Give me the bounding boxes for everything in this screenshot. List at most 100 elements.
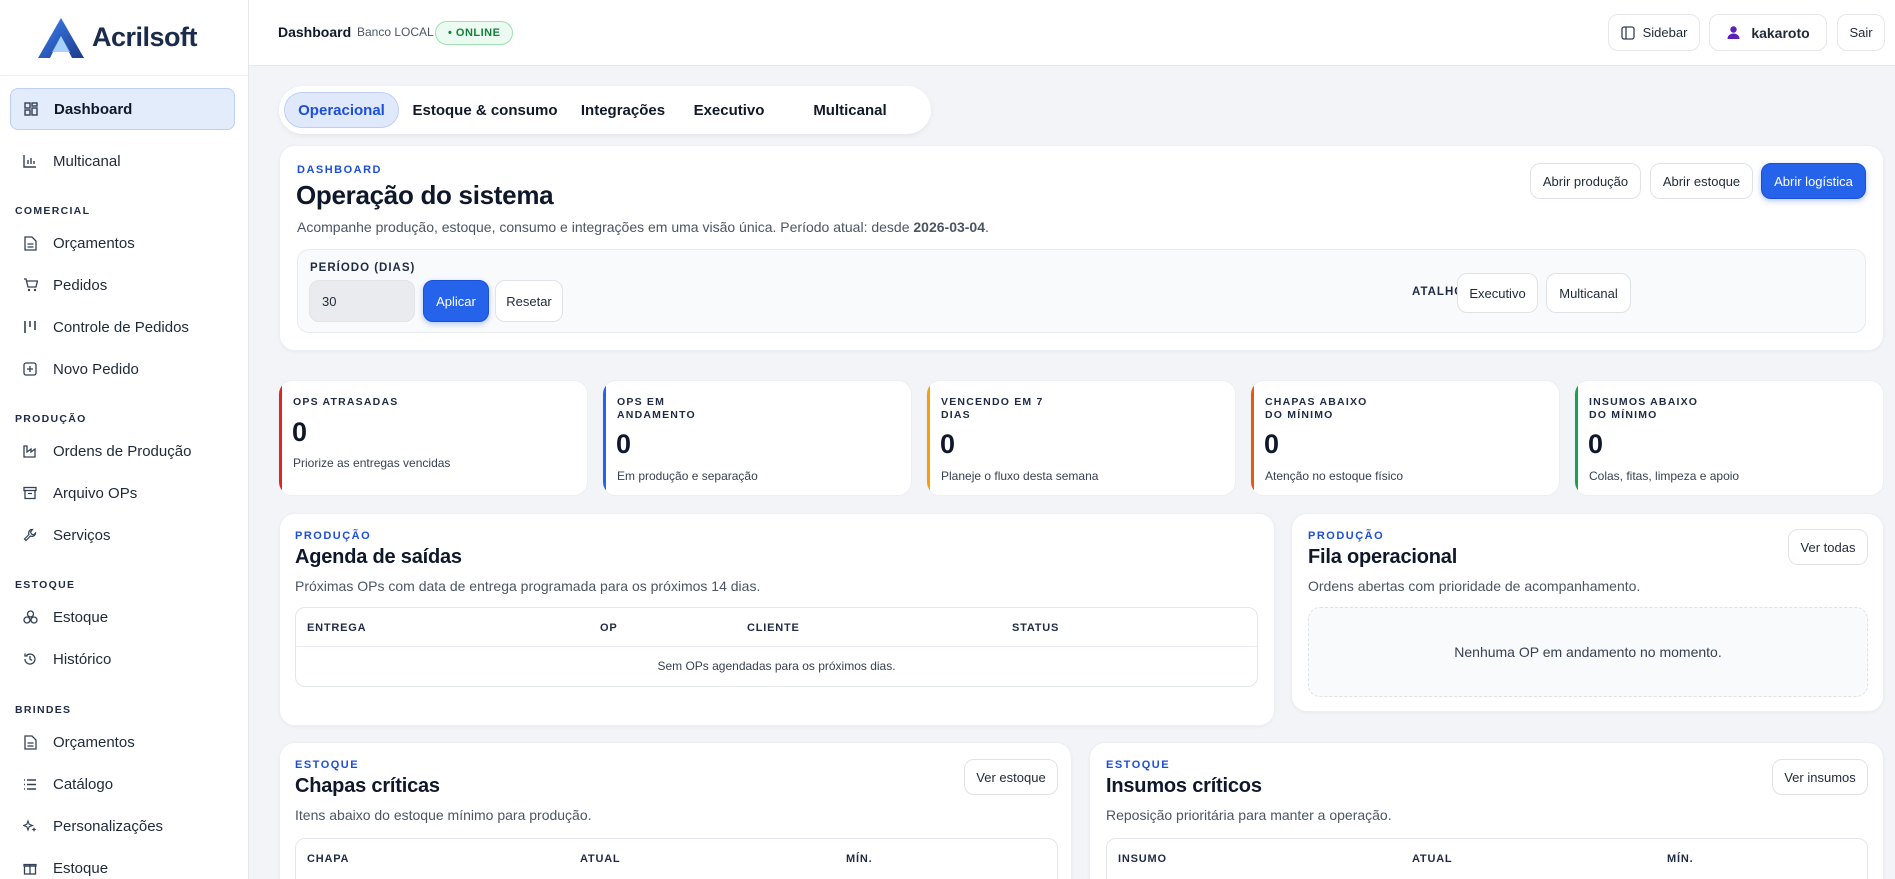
sidebar-item-brindes-estoque[interactable]: Estoque	[10, 847, 235, 879]
insumos-criticos-card: ESTOQUE Insumos críticos Reposição prior…	[1089, 742, 1884, 879]
kpi-value: 0	[1264, 429, 1280, 459]
view-all-button[interactable]: Ver todas	[1788, 529, 1868, 565]
kpi-note: Planeje o fluxo desta semana	[941, 469, 1099, 483]
sidebar-item-dashboard[interactable]: Dashboard	[10, 88, 235, 130]
shortcut-executivo-button[interactable]: Executivo	[1457, 273, 1538, 313]
dashboard-icon	[23, 101, 39, 117]
open-stock-button[interactable]: Abrir estoque	[1650, 163, 1753, 199]
plus-square-icon	[22, 361, 38, 377]
agenda-description: Próximas OPs com data de entrega program…	[295, 578, 761, 594]
sidebar-item-label: Estoque	[53, 608, 109, 626]
column-header: STATUS	[1012, 622, 1060, 634]
open-logistics-button[interactable]: Abrir logística	[1761, 163, 1866, 199]
hero-eyebrow: DASHBOARD	[297, 164, 382, 176]
sidebar-item-controle-pedidos[interactable]: Controle de Pedidos	[10, 306, 235, 348]
kpi-label: INSUMOS ABAIXO DO MÍNIMO	[1589, 396, 1699, 421]
column-header: ATUAL	[580, 853, 621, 865]
agenda-table: ENTREGA OP CLIENTE STATUS Sem OPs agenda…	[295, 607, 1258, 687]
document-icon	[22, 734, 38, 750]
sidebar: Acrilsoft Dashboard Multicanal COMERCIAL…	[0, 0, 249, 879]
sidebar-item-multicanal[interactable]: Multicanal	[10, 140, 235, 182]
user-menu-button[interactable]: kakaroto	[1709, 14, 1827, 51]
kpi-card-chapas-abaixo-minimo: CHAPAS ABAIXO DO MÍNIMO 0 Atenção no est…	[1250, 380, 1560, 496]
open-production-button[interactable]: Abrir produção	[1530, 163, 1641, 199]
hero-description-end: .	[985, 219, 989, 235]
kpi-value: 0	[940, 429, 956, 459]
fila-operacional-card: PRODUÇÃO Fila operacional Ordens abertas…	[1291, 513, 1884, 712]
chapas-title: Chapas críticas	[295, 775, 440, 797]
sidebar-item-brindes-orcamentos[interactable]: Orçamentos	[10, 721, 235, 763]
insumos-eyebrow: ESTOQUE	[1106, 759, 1171, 771]
tab-integracoes[interactable]: Integrações	[570, 92, 676, 128]
period-filter-panel: PERÍODO (DIAS) 30 Aplicar Resetar ATALHO…	[297, 249, 1866, 333]
view-supplies-button[interactable]: Ver insumos	[1772, 759, 1868, 795]
overview-card: DASHBOARD Operação do sistema Acompanhe …	[279, 145, 1884, 351]
kpi-note: Atenção no estoque físico	[1265, 469, 1404, 483]
hero-description: Acompanhe produção, estoque, consumo e i…	[297, 219, 989, 235]
kpi-card-ops-andamento: OPS EM ANDAMENTO 0 Em produção e separaç…	[602, 380, 912, 496]
sidebar-item-orcamentos[interactable]: Orçamentos	[10, 222, 235, 264]
sidebar-item-arquivo-ops[interactable]: Arquivo OPs	[10, 472, 235, 514]
insumos-table: INSUMO ATUAL MÍN.	[1106, 838, 1868, 879]
sidebar-item-label: Controle de Pedidos	[53, 318, 189, 336]
tab-multicanal[interactable]: Multicanal	[782, 92, 918, 128]
kpi-accent-bar	[279, 381, 282, 495]
sidebar-item-estoque[interactable]: Estoque	[10, 596, 235, 638]
sidebar-section-title: ESTOQUE	[15, 579, 76, 591]
view-stock-button[interactable]: Ver estoque	[964, 759, 1058, 795]
sidebar-item-pedidos[interactable]: Pedidos	[10, 264, 235, 306]
apply-button[interactable]: Aplicar	[423, 280, 489, 322]
sidebar-item-historico[interactable]: Histórico	[10, 638, 235, 680]
period-start-date: 2026-03-04	[913, 219, 986, 235]
tab-estoque-consumo[interactable]: Estoque & consumo	[405, 92, 565, 128]
sidebar-item-servicos[interactable]: Serviços	[10, 514, 235, 556]
sidebar-item-ordens-producao[interactable]: Ordens de Produção	[10, 430, 235, 472]
kpi-note: Priorize as entregas vencidas	[293, 456, 451, 470]
fila-eyebrow: PRODUÇÃO	[1308, 530, 1385, 542]
factory-icon	[22, 443, 38, 459]
sidebar-item-label: Multicanal	[53, 152, 121, 170]
reset-button[interactable]: Resetar	[495, 280, 563, 322]
kpi-accent-bar	[603, 381, 606, 495]
sidebar-item-label: Orçamentos	[53, 733, 135, 751]
kpi-card-ops-atrasadas: OPS ATRASADAS 0 Priorize as entregas ven…	[278, 380, 588, 496]
tab-operacional[interactable]: Operacional	[284, 92, 399, 128]
chapas-criticas-card: ESTOQUE Chapas críticas Itens abaixo do …	[279, 742, 1072, 879]
document-icon	[22, 235, 38, 251]
dashboard-tabs: Operacional Estoque & consumo Integraçõe…	[279, 86, 931, 134]
sidebar-item-catalogo[interactable]: Catálogo	[10, 763, 235, 805]
bar-chart-icon	[22, 153, 38, 169]
agenda-empty-message: Sem OPs agendadas para os próximos dias.	[657, 659, 896, 673]
sidebar-item-label: Catálogo	[53, 775, 114, 793]
sidebar-toggle-button[interactable]: Sidebar	[1608, 14, 1700, 51]
period-days-input[interactable]: 30	[309, 280, 415, 322]
cart-icon	[22, 277, 38, 293]
column-header: INSUMO	[1118, 853, 1167, 865]
agenda-eyebrow: PRODUÇÃO	[295, 530, 372, 542]
kpi-accent-bar	[1575, 381, 1578, 495]
sidebar-item-label: Serviços	[53, 526, 111, 544]
kpi-note: Em produção e separação	[617, 469, 758, 483]
brand-name: Acrilsoft	[92, 22, 198, 52]
column-header: ENTREGA	[307, 622, 367, 634]
kpi-value: 0	[292, 417, 308, 447]
kpi-value: 0	[1588, 429, 1604, 459]
sidebar-item-novo-pedido[interactable]: Novo Pedido	[10, 348, 235, 390]
fila-title: Fila operacional	[1308, 546, 1458, 568]
logout-button[interactable]: Sair	[1837, 14, 1885, 51]
brand-logo[interactable]: Acrilsoft	[0, 0, 248, 76]
kpi-card-insumos-abaixo-minimo: INSUMOS ABAIXO DO MÍNIMO 0 Colas, fitas,…	[1574, 380, 1884, 496]
sidebar-section-title: BRINDES	[15, 704, 72, 716]
shortcut-multicanal-button[interactable]: Multicanal	[1546, 273, 1631, 313]
boxes-icon	[22, 609, 38, 625]
list-icon	[22, 776, 38, 792]
fila-description: Ordens abertas com prioridade de acompan…	[1308, 578, 1641, 594]
tab-executivo[interactable]: Executivo	[682, 92, 776, 128]
chapas-eyebrow: ESTOQUE	[295, 759, 360, 771]
kpi-accent-bar	[1251, 381, 1254, 495]
kpi-label: CHAPAS ABAIXO DO MÍNIMO	[1265, 396, 1368, 421]
agenda-title: Agenda de saídas	[295, 546, 462, 568]
sidebar-item-personalizacoes[interactable]: Personalizações	[10, 805, 235, 847]
agenda-saidas-card: PRODUÇÃO Agenda de saídas Próximas OPs c…	[279, 513, 1275, 726]
sidebar-item-label: Estoque	[53, 859, 109, 877]
